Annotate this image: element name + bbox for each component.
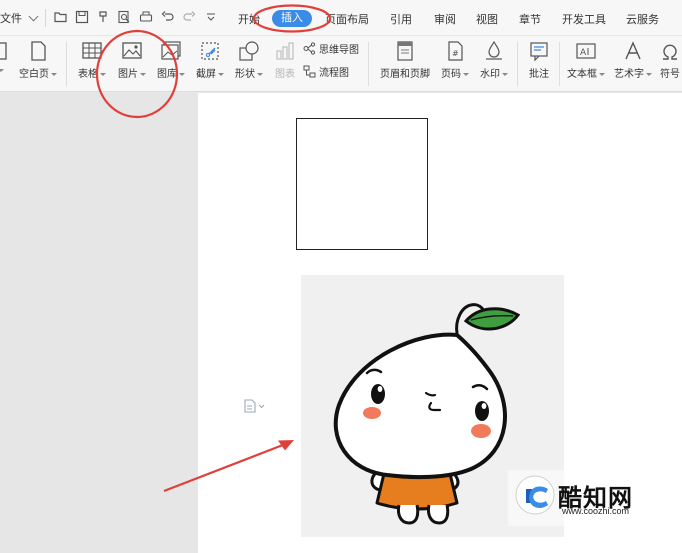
file-menu-label: 文件	[0, 13, 22, 25]
picture-label: 图片	[118, 69, 138, 80]
tab-references[interactable]: 引用	[390, 11, 412, 27]
gallery-icon	[160, 40, 182, 62]
dropdown-arrow-icon	[599, 72, 605, 76]
dropdown-arrow-icon	[100, 72, 106, 76]
divider	[368, 42, 369, 86]
ribbon-comment[interactable]: 批注	[522, 36, 556, 92]
omega-symbol-icon	[659, 40, 681, 62]
chart-icon	[274, 40, 296, 62]
dropdown-arrow-icon	[646, 72, 652, 76]
gallery-label: 图库	[157, 69, 177, 80]
flowchart-icon	[303, 65, 316, 77]
comment-label: 批注	[529, 69, 549, 80]
page-number-label: 页码	[441, 69, 461, 80]
tab-view[interactable]: 视图	[476, 11, 498, 27]
ribbon-page-number[interactable]: # 页码	[437, 36, 473, 92]
table-icon	[81, 40, 103, 62]
ribbon-wordart[interactable]: 艺术字	[612, 36, 654, 92]
header-footer-label: 页眉和页脚	[380, 69, 430, 80]
ribbon-screenshot[interactable]: 截屏	[192, 36, 228, 92]
tab-cloud-services[interactable]: 云服务	[626, 11, 659, 27]
watermark-icon	[483, 40, 505, 62]
dropdown-arrow-icon	[140, 72, 146, 76]
divider	[66, 42, 67, 86]
wordart-label: 艺术字	[614, 69, 644, 80]
ribbon-textbox[interactable]: A 文本框	[564, 36, 608, 92]
divider	[517, 42, 518, 86]
mind-map-label: 思维导图	[319, 44, 359, 56]
print-preview-icon[interactable]	[117, 10, 131, 24]
textbox-icon: A	[575, 40, 597, 62]
blank-page-icon	[27, 40, 49, 62]
screenshot-icon	[199, 40, 221, 62]
wordart-icon	[622, 40, 644, 62]
ribbon-mind-map[interactable]: 思维导图	[303, 39, 359, 57]
redo-icon[interactable]	[182, 10, 196, 24]
ribbon-picture[interactable]: 图片	[114, 36, 150, 92]
tab-home[interactable]: 开始	[238, 11, 260, 27]
tab-developer[interactable]: 开发工具	[562, 11, 606, 27]
chart-label: 图表	[275, 69, 295, 80]
chevron-down-icon	[28, 11, 39, 21]
page-number-icon: #	[444, 40, 466, 62]
mind-map-icon	[303, 41, 316, 55]
dropdown-arrow-icon	[0, 68, 4, 72]
svg-text:#: #	[452, 49, 459, 58]
save-icon[interactable]	[75, 10, 89, 24]
ribbon-header-footer[interactable]: 页眉和页脚	[376, 36, 434, 92]
ribbon-chart[interactable]: 图表	[270, 36, 300, 92]
tab-chapter[interactable]: 章节	[519, 11, 541, 27]
tab-insert[interactable]: 插入	[272, 10, 312, 27]
watermark-url: www.coozhi.com	[562, 506, 630, 516]
document-gutter	[0, 93, 198, 553]
cover-page-icon	[0, 40, 11, 62]
divider	[559, 42, 560, 86]
dropdown-arrow-icon	[218, 72, 224, 76]
rectangle-shape[interactable]	[296, 118, 428, 250]
header-footer-icon	[394, 40, 416, 62]
ribbon-cover-page[interactable]	[0, 36, 8, 92]
watermark-label: 水印	[480, 69, 500, 80]
format-painter-icon[interactable]	[96, 10, 110, 24]
shapes-label: 形状	[235, 69, 255, 80]
ribbon-shapes[interactable]: 形状	[231, 36, 267, 92]
shapes-icon	[238, 40, 260, 62]
table-label: 表格	[78, 69, 98, 80]
undo-icon[interactable]	[161, 10, 175, 24]
ribbon-gallery[interactable]: 图库	[154, 36, 188, 92]
symbol-label: 符号	[660, 69, 680, 80]
dropdown-arrow-icon	[179, 72, 185, 76]
dropdown-arrow-icon	[463, 72, 469, 76]
tab-review[interactable]: 审阅	[434, 11, 456, 27]
flowchart-label: 流程图	[319, 67, 349, 79]
paragraph-layout-icon[interactable]	[243, 399, 265, 413]
coozhi-logo-icon	[515, 475, 555, 515]
screenshot-label: 截屏	[196, 69, 216, 80]
customize-toolbar-icon[interactable]	[204, 10, 218, 24]
dropdown-arrow-icon	[51, 72, 57, 76]
dropdown-arrow-icon	[502, 72, 508, 76]
ribbon-blank-page[interactable]: 空白页	[15, 36, 61, 92]
ribbon-symbol[interactable]: 符号	[656, 36, 682, 92]
blank-page-label: 空白页	[19, 69, 49, 80]
ribbon-toolbar: 空白页 表格 图片 图库 截屏 形状 图表 思维导图 流程图 页眉和页脚 # 页…	[0, 36, 682, 92]
file-menu[interactable]: 文件	[0, 10, 39, 26]
menu-bar: 文件 开始 插入 页面布局 引用 审阅 视图 章节 开发工具 云服务	[0, 0, 682, 36]
ribbon-flowchart[interactable]: 流程图	[303, 62, 349, 80]
print-icon[interactable]	[139, 10, 153, 24]
svg-text:A: A	[580, 48, 587, 58]
textbox-label: 文本框	[567, 69, 597, 80]
divider	[45, 9, 46, 27]
picture-icon	[121, 40, 143, 62]
ribbon-watermark[interactable]: 水印	[476, 36, 512, 92]
tab-page-layout[interactable]: 页面布局	[325, 11, 369, 27]
dropdown-arrow-icon	[257, 72, 263, 76]
comment-icon	[528, 40, 550, 62]
ribbon-table[interactable]: 表格	[74, 36, 110, 92]
open-folder-icon[interactable]	[54, 10, 68, 24]
